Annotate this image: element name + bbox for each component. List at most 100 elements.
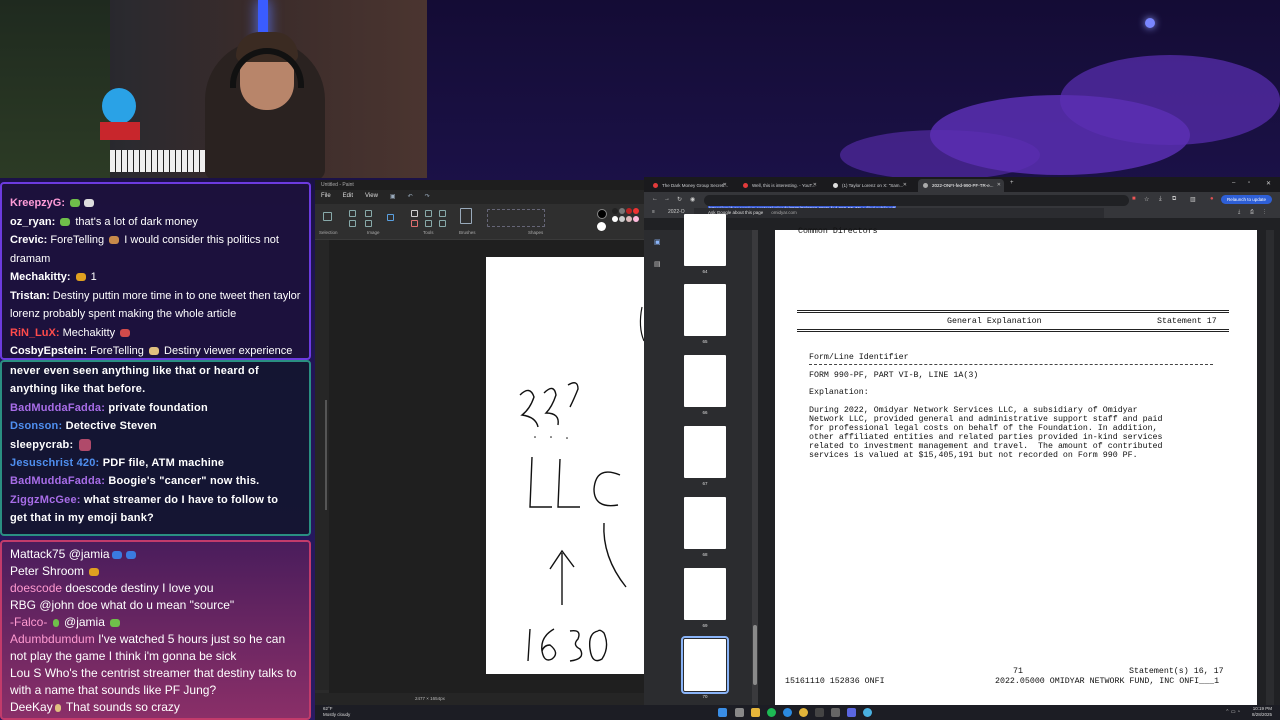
weather-widget[interactable]: 62°F Mostly cloudy bbox=[323, 706, 350, 718]
app-icon[interactable] bbox=[831, 708, 840, 717]
forward-icon[interactable]: → bbox=[664, 196, 670, 202]
file-explorer-icon[interactable] bbox=[751, 708, 760, 717]
minimize-icon[interactable]: – bbox=[1232, 180, 1235, 186]
page-thumbnail[interactable]: 67 bbox=[684, 426, 726, 486]
emote-icon bbox=[70, 199, 81, 208]
close-tab-icon[interactable]: ✕ bbox=[903, 182, 907, 188]
shapes-gallery[interactable] bbox=[487, 209, 545, 227]
relaunch-button[interactable]: Relaunch to update bbox=[1220, 195, 1272, 204]
bookmark-icon[interactable]: ☆ bbox=[1144, 196, 1149, 203]
close-window-icon[interactable]: ✕ bbox=[1266, 180, 1271, 187]
app-icon[interactable] bbox=[815, 708, 824, 717]
paint-titlebar[interactable]: Untitled - Paint bbox=[315, 180, 645, 190]
chat-text: 1 bbox=[90, 271, 97, 283]
extensions-icon[interactable]: ⧉ bbox=[1172, 196, 1176, 203]
undo-icon[interactable]: ↶ bbox=[408, 193, 413, 201]
app-icon[interactable] bbox=[847, 708, 856, 717]
spotify-icon[interactable] bbox=[767, 708, 776, 717]
form-line-value: FORM 990-PF, PART VI-B, LINE 1A(3) bbox=[809, 371, 979, 380]
browser-tab[interactable]: Well, this is interesting. - YouT... ✕ bbox=[738, 179, 820, 192]
print-icon[interactable]: ⎙ bbox=[1250, 209, 1254, 215]
page-thumbnail[interactable]: 65 bbox=[684, 284, 726, 344]
edge-icon[interactable] bbox=[783, 708, 792, 717]
thumbnail-scrollbar[interactable] bbox=[752, 230, 758, 705]
sidebar-icon[interactable]: ▥ bbox=[1190, 196, 1196, 203]
palette-color[interactable] bbox=[633, 208, 639, 214]
palette-color[interactable] bbox=[626, 216, 632, 222]
more-icon[interactable]: ⋮ bbox=[1262, 209, 1267, 215]
paint-ribbon: Selection Image Tools Brushes Shapes bbox=[315, 204, 645, 240]
download-icon[interactable]: ⤓ bbox=[1238, 209, 1240, 215]
chat-text: @john doe what do u mean "source" bbox=[39, 598, 235, 612]
palette-color[interactable] bbox=[626, 208, 632, 214]
color-picker-icon[interactable] bbox=[425, 220, 432, 227]
image-icon[interactable] bbox=[387, 214, 394, 221]
thumbnail-image bbox=[684, 497, 726, 549]
start-icon[interactable] bbox=[718, 708, 727, 717]
page-thumbnail[interactable]: 66 bbox=[684, 355, 726, 415]
browser-tab[interactable]: The Dark Money Group Secretl... ✕ bbox=[648, 179, 730, 192]
scrollbar-thumb[interactable] bbox=[753, 625, 757, 685]
menu-edit[interactable]: Edit bbox=[343, 193, 353, 201]
close-tab-icon[interactable]: ✕ bbox=[723, 182, 727, 188]
chat-text: @jamia bbox=[68, 547, 110, 561]
palette-color[interactable] bbox=[612, 216, 618, 222]
downloads-icon[interactable]: ⤓ bbox=[1159, 196, 1162, 203]
maximize-icon[interactable]: ▫ bbox=[1248, 180, 1250, 186]
page-thumbnail-selected[interactable]: 70 bbox=[681, 636, 729, 699]
rotate-icon[interactable] bbox=[365, 210, 372, 217]
magnifier-icon[interactable] bbox=[439, 220, 446, 227]
zoom-slider[interactable] bbox=[325, 400, 327, 510]
brush-icon[interactable] bbox=[460, 208, 472, 224]
address-bar[interactable]: https://omidyar.com/wp-content/uploads/2… bbox=[704, 195, 1129, 211]
redo-icon[interactable]: ↷ bbox=[425, 193, 430, 201]
browser-tab-active[interactable]: 2022-ONFI-fed-990-PF-TR-e... ✕ bbox=[918, 179, 1004, 192]
back-icon[interactable]: ← bbox=[652, 196, 658, 202]
page-thumbnail[interactable]: 64 bbox=[684, 214, 726, 274]
figurine bbox=[102, 88, 136, 124]
chrome-icon[interactable] bbox=[799, 708, 808, 717]
page-thumbnail[interactable]: 69 bbox=[684, 568, 726, 628]
menu-icon[interactable]: ≡ bbox=[652, 209, 655, 215]
page-thumbnail[interactable]: 68 bbox=[684, 497, 726, 557]
flip-icon[interactable] bbox=[365, 220, 372, 227]
browser-tab[interactable]: (1) Taylor Lorenz on X: "Sam... ✕ bbox=[828, 179, 910, 192]
browser-window[interactable]: The Dark Money Group Secretl... ✕ Well, t… bbox=[644, 177, 1280, 705]
palette-color[interactable] bbox=[633, 216, 639, 222]
pencil-icon[interactable] bbox=[411, 210, 418, 217]
app-icon[interactable] bbox=[863, 708, 872, 717]
reload-icon[interactable]: ↻ bbox=[677, 196, 682, 203]
clock[interactable]: 10:19 PM 8/28/2025 bbox=[1252, 706, 1272, 718]
fill-icon[interactable] bbox=[425, 210, 432, 217]
system-tray-icons[interactable]: ⌃ ▭ ◔ bbox=[1225, 709, 1240, 715]
outline-icon[interactable]: ▤ bbox=[654, 260, 661, 268]
thumbnails-icon[interactable]: ▣ bbox=[654, 238, 661, 246]
eraser-icon[interactable] bbox=[411, 220, 418, 227]
profile-avatar[interactable]: ● bbox=[1210, 196, 1214, 202]
color2-swatch[interactable] bbox=[597, 222, 606, 231]
close-tab-icon[interactable]: ✕ bbox=[997, 182, 1001, 188]
crop-icon[interactable] bbox=[349, 210, 356, 217]
extension-icon[interactable]: ■ bbox=[1132, 196, 1136, 202]
chat-text: Mechakitty bbox=[62, 326, 116, 339]
text-icon[interactable] bbox=[439, 210, 446, 217]
menu-view[interactable]: View bbox=[365, 193, 378, 201]
save-icon[interactable]: ▣ bbox=[390, 193, 396, 201]
pdf-scrollbar[interactable] bbox=[1266, 230, 1274, 705]
search-icon[interactable] bbox=[735, 708, 744, 717]
color1-swatch[interactable] bbox=[597, 209, 607, 219]
ask-google-suggestion[interactable]: Ask Google about this page omidyar.com bbox=[694, 208, 1104, 218]
palette-color[interactable] bbox=[619, 216, 625, 222]
paint-canvas[interactable] bbox=[486, 257, 645, 674]
paint-window[interactable]: Untitled - Paint File Edit View ▣ ↶ ↷ Se… bbox=[315, 180, 645, 705]
resize-icon[interactable] bbox=[349, 220, 356, 227]
chat-text: doescode destiny I love you bbox=[65, 581, 214, 595]
close-tab-icon[interactable]: ✕ bbox=[813, 182, 817, 188]
palette-color[interactable] bbox=[619, 208, 625, 214]
select-tool-icon[interactable] bbox=[323, 212, 332, 221]
new-tab-icon[interactable]: + bbox=[1010, 180, 1014, 186]
palette-color[interactable] bbox=[612, 208, 618, 214]
site-info-icon[interactable]: ◉ bbox=[690, 196, 695, 203]
menu-file[interactable]: File bbox=[321, 193, 331, 201]
chat-message: Lou S Who's the centrist streamer that d… bbox=[10, 665, 301, 699]
